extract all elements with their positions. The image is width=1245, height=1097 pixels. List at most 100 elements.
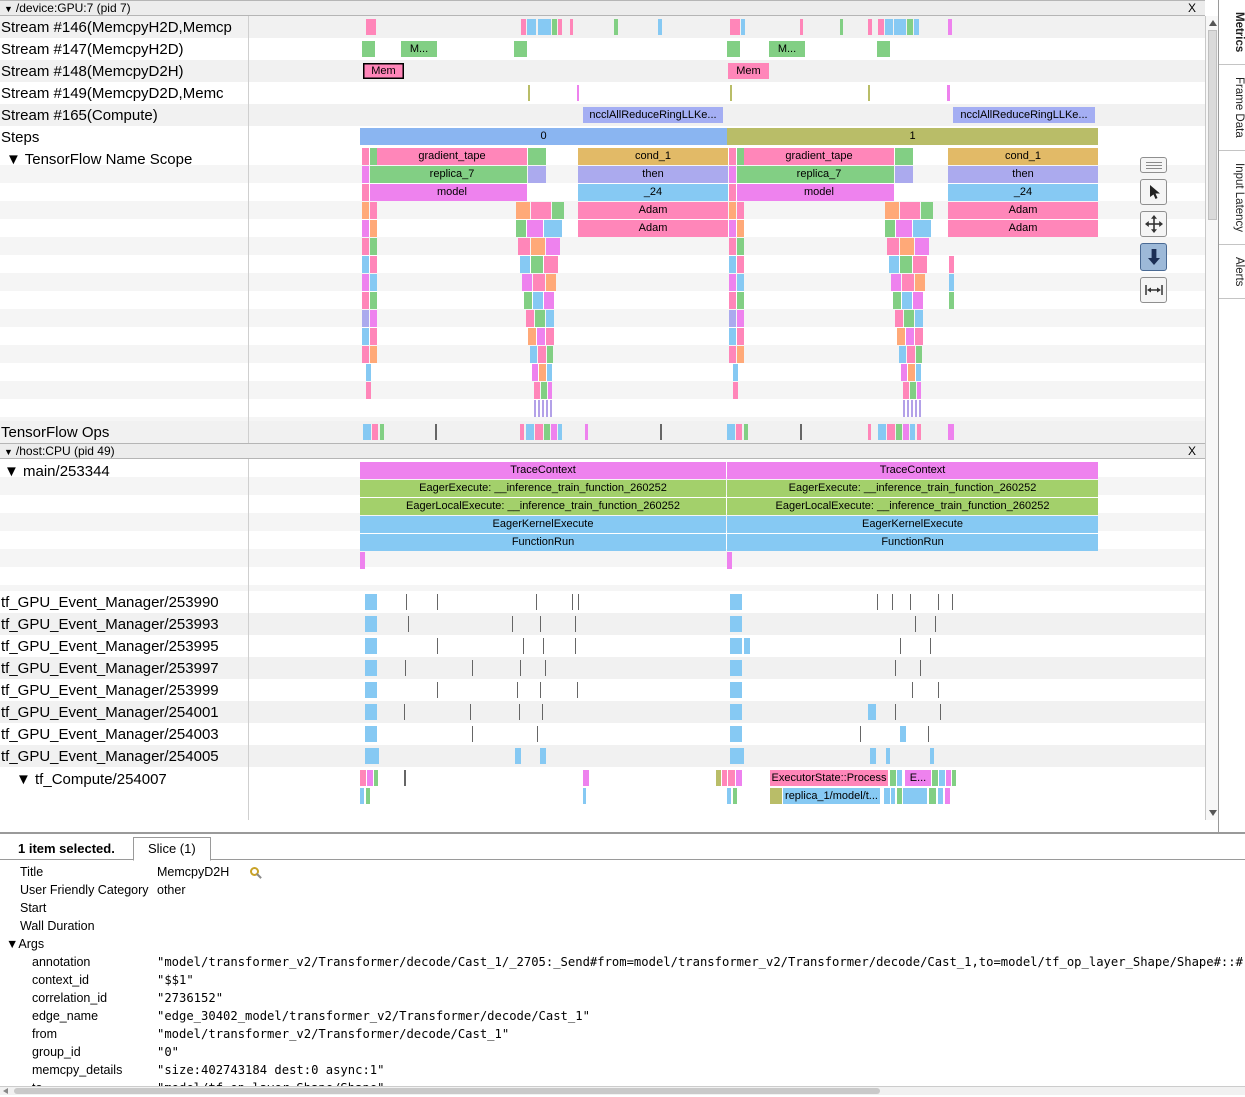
trace-event[interactable]: [897, 328, 905, 345]
trace-event[interactable]: [900, 202, 920, 219]
trace-event[interactable]: [877, 41, 890, 57]
trace-event[interactable]: [900, 256, 912, 273]
horizontal-scrollbar-thumb[interactable]: [14, 1088, 880, 1094]
trace-event[interactable]: [907, 346, 915, 363]
trace-event[interactable]: [736, 424, 742, 440]
trace-event[interactable]: [524, 292, 532, 309]
trace-event[interactable]: [729, 256, 736, 273]
trace-event[interactable]: [408, 616, 409, 632]
trace-event[interactable]: [930, 638, 931, 654]
trace-event[interactable]: [915, 238, 929, 255]
trace-event[interactable]: [868, 19, 872, 35]
trace-event[interactable]: [889, 256, 899, 273]
trace-event[interactable]: [575, 616, 576, 632]
trace-event[interactable]: [544, 220, 562, 237]
trace-event[interactable]: [800, 424, 802, 440]
trace-event[interactable]: [903, 788, 927, 804]
trace-event[interactable]: [437, 638, 438, 654]
trace-event[interactable]: EagerLocalExecute: __inference_train_fun…: [727, 498, 1098, 515]
trace-event[interactable]: M...: [401, 41, 437, 57]
vertical-scrollbar-thumb[interactable]: [1208, 30, 1217, 220]
trace-event[interactable]: [536, 594, 537, 610]
trace-event[interactable]: [362, 238, 369, 255]
trace-event[interactable]: Adam: [948, 220, 1098, 237]
trace-event[interactable]: [948, 19, 952, 35]
trace-event[interactable]: [952, 594, 953, 610]
trace-event[interactable]: [575, 638, 576, 654]
trace-event[interactable]: [583, 788, 586, 804]
trace-event[interactable]: [527, 220, 543, 237]
trace-event[interactable]: [472, 726, 473, 742]
gpu-close-button[interactable]: X: [1188, 1, 1196, 15]
trace-event[interactable]: [886, 748, 890, 764]
trace-event[interactable]: [915, 328, 923, 345]
trace-event[interactable]: [894, 19, 906, 35]
trace-event[interactable]: [538, 346, 546, 363]
scroll-down-icon[interactable]: [1209, 810, 1217, 816]
trace-event[interactable]: [729, 202, 736, 219]
trace-event[interactable]: [531, 202, 551, 219]
trace-event[interactable]: ncclAllReduceRingLLKe...: [583, 107, 723, 123]
trace-event[interactable]: [370, 310, 377, 327]
trace-event[interactable]: [913, 256, 927, 273]
trace-event[interactable]: [916, 346, 922, 363]
trace-event[interactable]: [884, 788, 890, 804]
trace-event[interactable]: [523, 638, 524, 654]
trace-event[interactable]: [727, 552, 732, 569]
trace-event[interactable]: EagerExecute: __inference_train_function…: [727, 480, 1098, 497]
trace-event[interactable]: [915, 274, 925, 291]
trace-event[interactable]: [892, 594, 893, 610]
trace-event[interactable]: [730, 682, 742, 698]
trace-event[interactable]: [730, 594, 742, 610]
trace-event[interactable]: [737, 238, 744, 255]
trace-event[interactable]: [730, 85, 732, 101]
trace-event[interactable]: [885, 19, 893, 35]
trace-event[interactable]: gradient_tape: [744, 148, 894, 165]
trace-event[interactable]: [737, 256, 744, 273]
trace-event[interactable]: [527, 19, 536, 35]
selection-tool-button[interactable]: [1140, 179, 1167, 205]
trace-event[interactable]: [938, 788, 943, 804]
trace-event[interactable]: [551, 424, 557, 440]
trace-event[interactable]: [737, 148, 744, 165]
trace-event[interactable]: M...: [769, 41, 805, 57]
trace-event[interactable]: [890, 770, 896, 786]
cpu-process-header[interactable]: ▼/host:CPU (pid 49) X: [0, 443, 1205, 459]
trace-event[interactable]: [533, 292, 543, 309]
trace-event[interactable]: [946, 770, 951, 786]
trace-event[interactable]: [540, 748, 546, 764]
trace-event[interactable]: [547, 364, 552, 381]
drag-handle[interactable]: [1140, 157, 1167, 173]
trace-event[interactable]: [770, 788, 782, 804]
trace-event[interactable]: [903, 400, 921, 417]
trace-event[interactable]: [741, 19, 745, 35]
trace-event[interactable]: _24: [948, 184, 1098, 201]
trace-event[interactable]: [520, 256, 530, 273]
trace-event[interactable]: [730, 19, 740, 35]
trace-event[interactable]: [737, 292, 744, 309]
trace-event[interactable]: [534, 382, 540, 399]
trace-event[interactable]: [374, 770, 378, 786]
trace-event[interactable]: [730, 748, 744, 764]
trace-event[interactable]: then: [948, 166, 1098, 183]
side-tab-input-latency[interactable]: Input Latency: [1219, 151, 1245, 245]
trace-event[interactable]: [526, 310, 534, 327]
trace-event[interactable]: cond_1: [578, 148, 728, 165]
trace-event[interactable]: [737, 310, 744, 327]
horizontal-scrollbar[interactable]: [0, 1086, 1245, 1095]
trace-event[interactable]: [570, 19, 573, 35]
trace-event[interactable]: [915, 616, 916, 632]
cpu-close-button[interactable]: X: [1188, 444, 1196, 458]
trace-event[interactable]: model: [377, 184, 527, 201]
trace-event[interactable]: [895, 148, 913, 165]
magnifier-icon[interactable]: [250, 867, 259, 876]
trace-event[interactable]: [370, 148, 377, 165]
trace-event[interactable]: [530, 346, 537, 363]
trace-event[interactable]: [363, 424, 371, 440]
trace-event[interactable]: [885, 202, 899, 219]
trace-event[interactable]: [362, 184, 369, 201]
trace-event[interactable]: model: [744, 184, 894, 201]
trace-event[interactable]: [729, 220, 736, 237]
trace-event[interactable]: [891, 788, 895, 804]
trace-event[interactable]: 0: [360, 128, 727, 145]
